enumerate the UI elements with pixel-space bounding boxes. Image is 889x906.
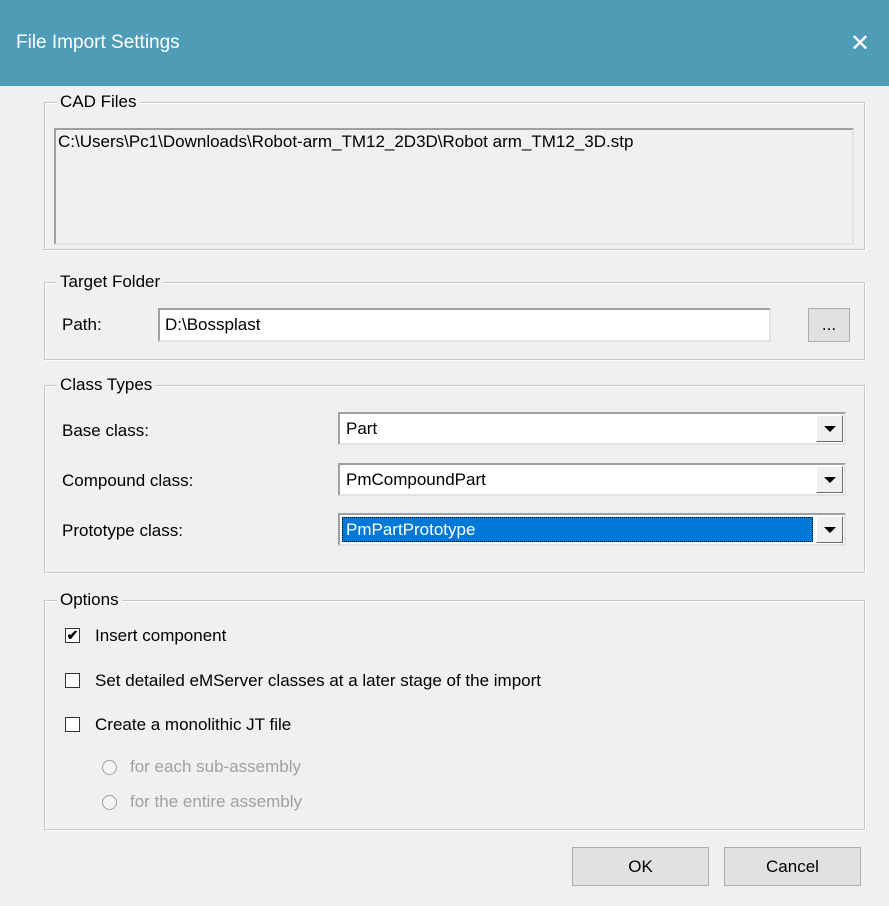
entire-assembly-label[interactable]: for the entire assembly	[130, 792, 302, 812]
target-folder-legend: Target Folder	[57, 272, 164, 292]
browse-button[interactable]: ...	[808, 308, 850, 342]
cad-files-legend: CAD Files	[57, 92, 140, 112]
title-bar: File Import Settings ✕	[0, 0, 889, 86]
set-detailed-classes-label[interactable]: Set detailed eMServer classes at a later…	[95, 671, 541, 691]
entire-assembly-radio[interactable]	[102, 795, 117, 810]
chevron-down-icon[interactable]	[816, 466, 843, 493]
base-class-select[interactable]: Part	[338, 412, 846, 445]
base-class-label: Base class:	[62, 421, 149, 440]
ok-button[interactable]: OK	[572, 847, 709, 886]
prototype-class-value: PmPartPrototype	[342, 517, 813, 542]
file-import-settings-dialog: File Import Settings ✕ CAD Files C:\User…	[0, 0, 889, 906]
compound-class-select[interactable]: PmCompoundPart	[338, 463, 846, 496]
compound-class-value: PmCompoundPart	[346, 470, 486, 489]
sub-assembly-radio[interactable]	[102, 760, 117, 775]
close-icon[interactable]: ✕	[831, 14, 889, 72]
insert-component-label[interactable]: Insert component	[95, 626, 226, 646]
cad-files-list[interactable]: C:\Users\Pc1\Downloads\Robot-arm_TM12_2D…	[54, 128, 854, 245]
base-class-value: Part	[346, 419, 378, 438]
options-legend: Options	[57, 590, 122, 610]
path-input[interactable]: D:\Bossplast	[158, 308, 771, 342]
cad-file-path: C:\Users\Pc1\Downloads\Robot-arm_TM12_2D…	[58, 132, 634, 151]
chevron-down-icon[interactable]	[816, 415, 843, 442]
insert-component-checkbox[interactable]: ✔	[65, 628, 80, 643]
sub-assembly-label[interactable]: for each sub-assembly	[130, 757, 301, 777]
compound-class-label: Compound class:	[62, 471, 194, 490]
monolithic-jt-label[interactable]: Create a monolithic JT file	[95, 715, 291, 735]
dialog-title: File Import Settings	[16, 32, 180, 53]
set-detailed-classes-checkbox[interactable]	[65, 673, 80, 688]
prototype-class-label: Prototype class:	[62, 521, 183, 540]
monolithic-jt-checkbox[interactable]	[65, 717, 80, 732]
chevron-down-icon[interactable]	[816, 516, 843, 543]
path-label: Path:	[62, 315, 102, 334]
cancel-button[interactable]: Cancel	[724, 847, 861, 886]
class-types-legend: Class Types	[57, 375, 156, 395]
prototype-class-select[interactable]: PmPartPrototype	[338, 513, 846, 546]
